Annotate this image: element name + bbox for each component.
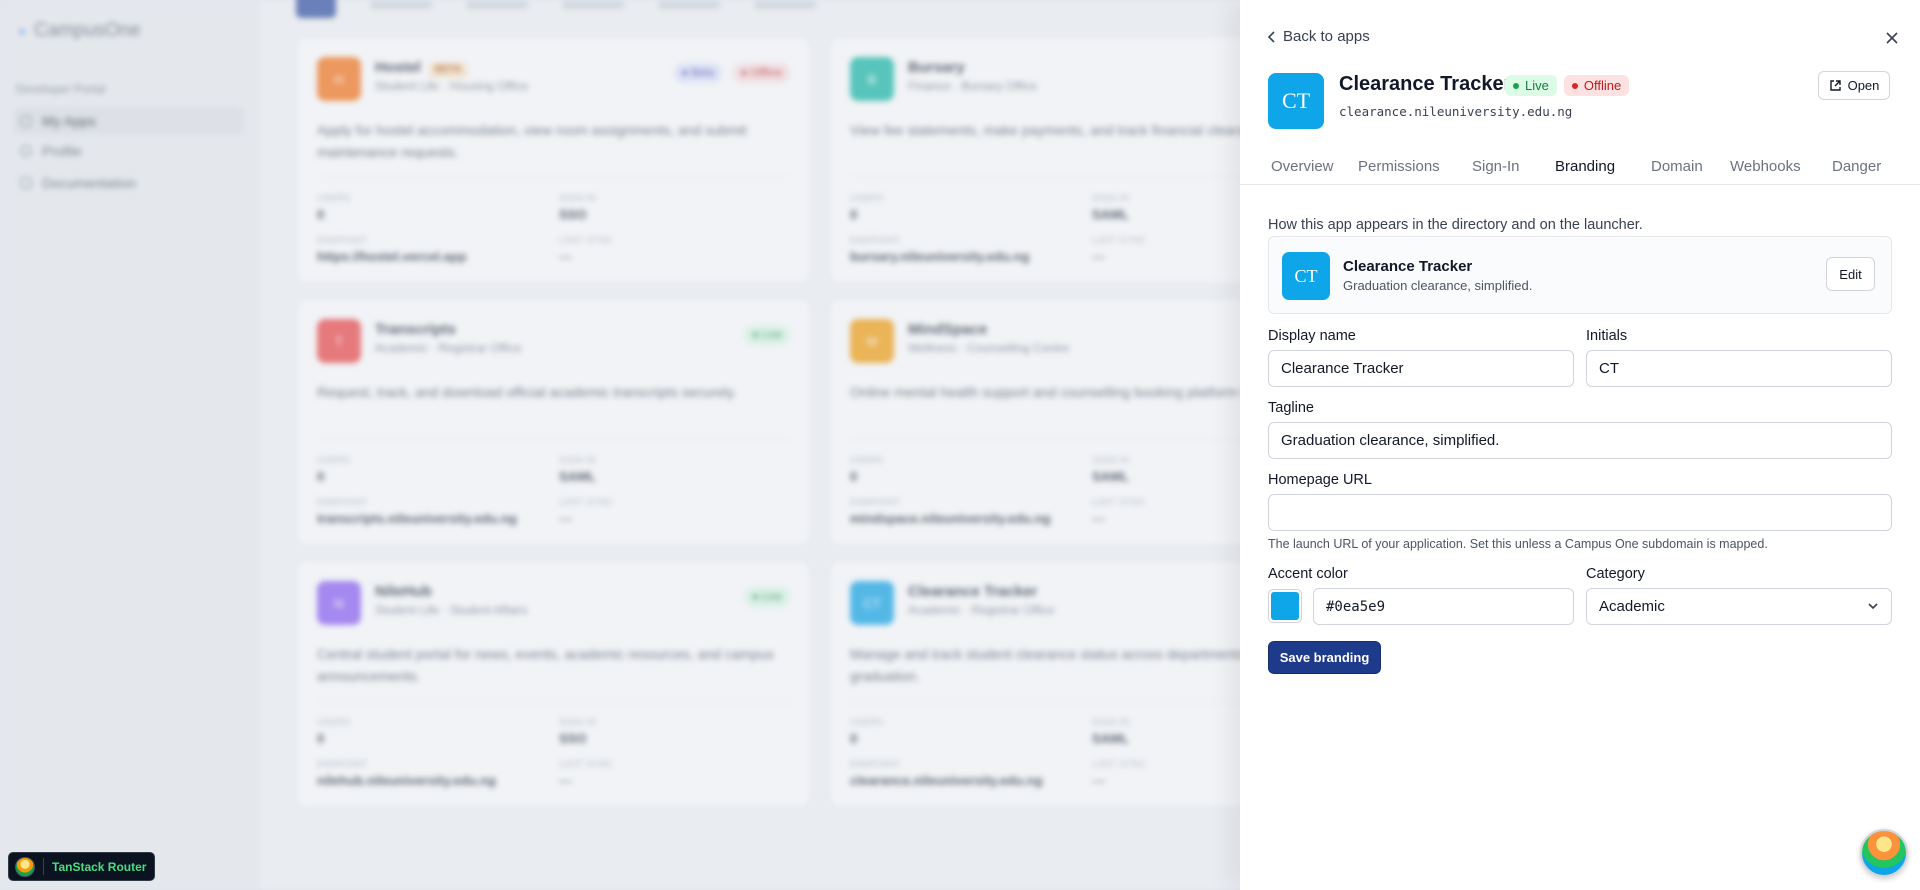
chevron-down-icon bbox=[1868, 603, 1878, 610]
accent-color-label: Accent color bbox=[1268, 566, 1348, 582]
homepage-url-field[interactable] bbox=[1268, 494, 1892, 531]
display-name-field[interactable]: Clearance Tracker bbox=[1268, 350, 1574, 387]
status-dot bbox=[1513, 82, 1519, 89]
tab-webhooks[interactable]: Webhooks bbox=[1730, 158, 1801, 175]
status-text: Live bbox=[1525, 78, 1549, 93]
color-swatch bbox=[1271, 592, 1299, 620]
status-badges: Live Offline bbox=[1505, 75, 1630, 96]
branding-preview-card: CT Clearance Tracker Graduation clearanc… bbox=[1268, 236, 1892, 314]
close-icon bbox=[1886, 32, 1898, 44]
accent-color-picker[interactable] bbox=[1268, 589, 1302, 623]
tagline-label: Tagline bbox=[1268, 400, 1314, 416]
status-dot bbox=[1571, 82, 1578, 89]
preview-app-tagline: Graduation clearance, simplified. bbox=[1343, 278, 1533, 293]
divider bbox=[43, 858, 44, 875]
category-value: Academic bbox=[1599, 598, 1665, 615]
display-name-label: Display name bbox=[1268, 328, 1356, 344]
app-logo: CT bbox=[1268, 73, 1324, 129]
save-branding-button[interactable]: Save branding bbox=[1268, 641, 1381, 674]
app-settings-drawer: Back to apps CT Clearance Tracker Live O… bbox=[1240, 0, 1920, 890]
external-link-icon bbox=[1829, 80, 1841, 91]
tab-permissions[interactable]: Permissions bbox=[1358, 158, 1440, 175]
preview-app-logo: CT bbox=[1282, 252, 1330, 300]
tab-sign-in[interactable]: Sign-In bbox=[1472, 158, 1520, 175]
settings-tabs: Overview Permissions Sign-In Branding Do… bbox=[1240, 155, 1920, 185]
homepage-url-label: Homepage URL bbox=[1268, 472, 1372, 488]
category-label: Category bbox=[1586, 566, 1645, 582]
initials-field[interactable]: CT bbox=[1586, 350, 1892, 387]
open-label: Open bbox=[1847, 78, 1880, 93]
branding-intro: How this app appears in the directory an… bbox=[1268, 217, 1643, 233]
user-avatar[interactable] bbox=[1860, 829, 1908, 877]
back-label: Back to apps bbox=[1283, 28, 1370, 45]
preview-app-name: Clearance Tracker bbox=[1343, 258, 1473, 275]
status-text: Offline bbox=[1583, 78, 1622, 93]
edit-button[interactable]: Edit bbox=[1826, 257, 1875, 291]
status-badge-live: Live bbox=[1505, 75, 1557, 96]
category-select[interactable]: Academic bbox=[1586, 588, 1892, 625]
homepage-url-help: The launch URL of your application. Set … bbox=[1268, 537, 1768, 551]
tanstack-logo-icon bbox=[15, 856, 35, 877]
chevron-left-icon bbox=[1267, 30, 1275, 43]
tab-overview[interactable]: Overview bbox=[1271, 158, 1334, 175]
open-app-button[interactable]: Open bbox=[1818, 71, 1890, 100]
tab-danger[interactable]: Danger bbox=[1832, 158, 1881, 175]
app-title: Clearance Tracker bbox=[1339, 73, 1512, 95]
initials-label: Initials bbox=[1586, 328, 1628, 344]
status-badge-offline: Offline bbox=[1563, 75, 1630, 96]
tagline-field[interactable]: Graduation clearance, simplified. bbox=[1268, 422, 1892, 459]
devtools-label: TanStack Router bbox=[52, 859, 147, 874]
accent-color-field[interactable]: #0ea5e9 bbox=[1313, 588, 1574, 625]
tab-branding[interactable]: Branding bbox=[1555, 158, 1615, 175]
back-to-apps-link[interactable]: Back to apps bbox=[1267, 28, 1370, 45]
close-button[interactable] bbox=[1880, 26, 1904, 50]
tab-domain[interactable]: Domain bbox=[1651, 158, 1703, 175]
tanstack-router-devtools-button[interactable]: TanStack Router bbox=[8, 852, 156, 881]
app-domain: clearance.nileuniversity.edu.ng bbox=[1339, 104, 1573, 119]
